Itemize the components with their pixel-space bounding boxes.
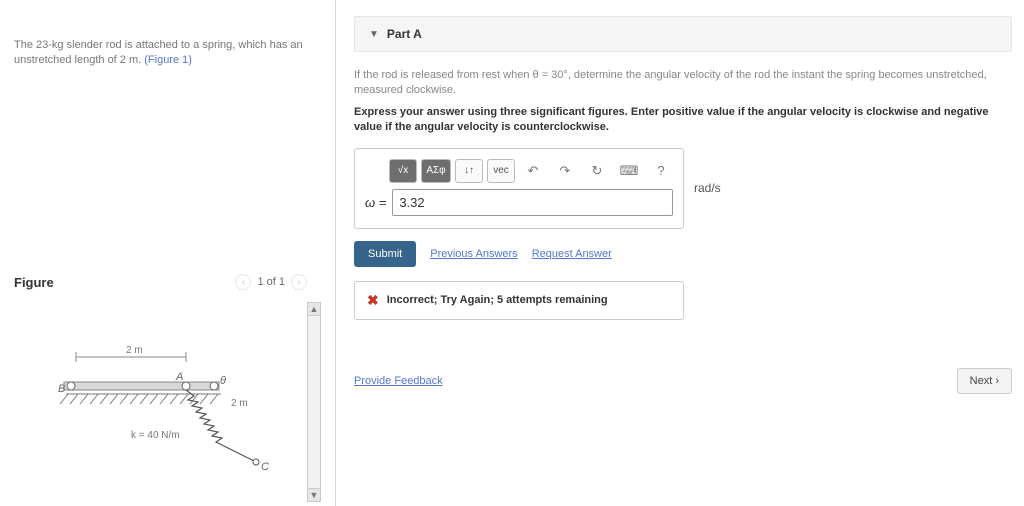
formula-toolbar: √x ΑΣφ ↓↑ vec ↶ ↷ ↻ ⌨ ? (355, 149, 683, 189)
keyboard-icon[interactable]: ⌨ (615, 159, 643, 183)
tool-subsup-button[interactable]: ↓↑ (455, 159, 483, 183)
redo-icon[interactable]: ↷ (551, 159, 579, 183)
dim-side-label: 2 m (231, 398, 248, 409)
figure-scrollbar[interactable]: ▲ ▼ (307, 302, 321, 502)
part-header[interactable]: ▼ Part A (354, 16, 1012, 52)
figure-counter: 1 of 1 (257, 276, 285, 288)
figure-prev-button[interactable]: ‹ (235, 274, 251, 290)
submit-button[interactable]: Submit (354, 241, 416, 267)
scroll-track[interactable] (307, 316, 321, 488)
answer-row: ω = (355, 189, 683, 228)
figure-next-button[interactable]: › (291, 274, 307, 290)
label-k: k = 40 N/m (131, 430, 180, 441)
tool-symbols-button[interactable]: ΑΣφ (421, 159, 451, 183)
instruction-text: Express your answer using three signific… (354, 105, 1012, 136)
right-pane: ▼ Part A If the rod is released from res… (336, 0, 1024, 506)
variable-label: ω = (365, 195, 386, 210)
left-pane: The 23-kg slender rod is attached to a s… (0, 0, 336, 506)
label-theta: θ (220, 375, 226, 387)
reset-icon[interactable]: ↻ (583, 159, 611, 183)
figure-link[interactable]: (Figure 1) (144, 54, 192, 66)
problem-statement: The 23-kg slender rod is attached to a s… (14, 10, 321, 69)
feedback-text: Incorrect; Try Again; 5 attempts remaini… (387, 294, 608, 306)
request-answer-link[interactable]: Request Answer (532, 248, 612, 260)
label-a: A (175, 371, 183, 383)
figure-pager: ‹ 1 of 1 › (235, 274, 307, 290)
label-b: B (58, 383, 65, 395)
undo-icon[interactable]: ↶ (519, 159, 547, 183)
figure-body: 2 m B A θ (14, 302, 321, 502)
provide-feedback-link[interactable]: Provide Feedback (354, 375, 443, 387)
units-label: rad/s (684, 181, 721, 195)
label-c: C (261, 461, 269, 473)
incorrect-icon: ✖ (367, 292, 379, 309)
scroll-down-icon[interactable]: ▼ (307, 488, 321, 502)
answer-input[interactable] (392, 189, 673, 216)
figure-canvas: 2 m B A θ (14, 302, 307, 502)
answer-panel: √x ΑΣφ ↓↑ vec ↶ ↷ ↻ ⌨ ? ω = (354, 148, 684, 229)
dim-top-label: 2 m (126, 345, 143, 356)
action-row: Submit Previous Answers Request Answer (354, 241, 1012, 267)
scroll-up-icon[interactable]: ▲ (307, 302, 321, 316)
tool-template-button[interactable]: √x (389, 159, 417, 183)
tool-vec-button[interactable]: vec (487, 159, 515, 183)
figure-header: Figure ‹ 1 of 1 › (14, 268, 321, 296)
question-text: If the rod is released from rest when θ … (354, 68, 1012, 99)
footer-row: Provide Feedback Next › (354, 368, 1012, 394)
previous-answers-link[interactable]: Previous Answers (430, 248, 517, 260)
chevron-down-icon: ▼ (369, 29, 379, 40)
feedback-box: ✖ Incorrect; Try Again; 5 attempts remai… (354, 281, 684, 320)
part-title: Part A (387, 27, 422, 41)
figure-title: Figure (14, 275, 54, 290)
figure-diagram: 2 m B A θ (46, 342, 286, 482)
help-icon[interactable]: ? (647, 159, 675, 183)
next-button[interactable]: Next › (957, 368, 1012, 394)
